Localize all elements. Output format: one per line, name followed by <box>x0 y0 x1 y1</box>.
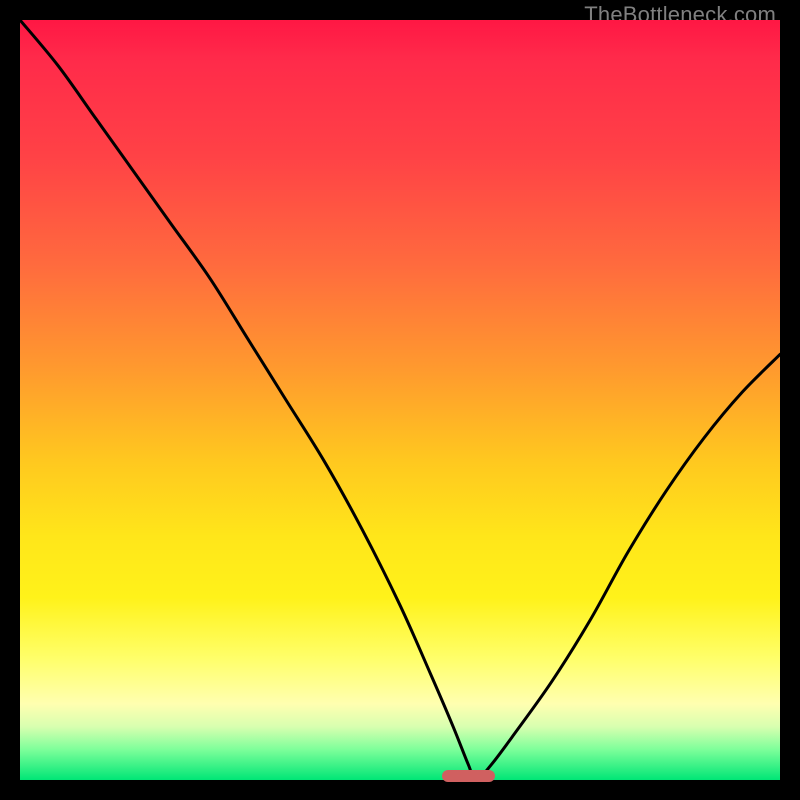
bottleneck-curve <box>20 20 780 780</box>
optimum-marker <box>442 770 495 782</box>
plot-area <box>20 20 780 780</box>
chart-frame: TheBottleneck.com <box>0 0 800 800</box>
